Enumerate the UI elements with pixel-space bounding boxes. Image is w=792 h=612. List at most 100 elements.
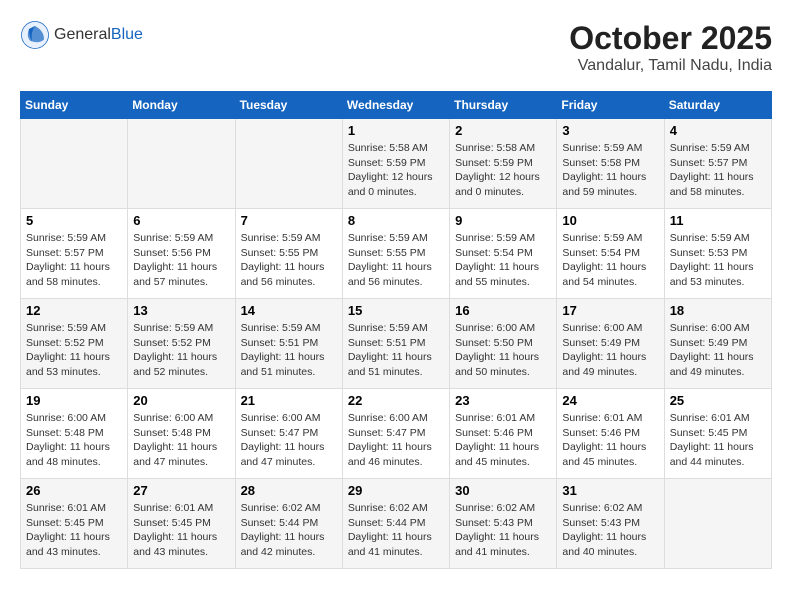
calendar-cell: 10 Sunrise: 5:59 AMSunset: 5:54 PMDaylig… xyxy=(557,209,664,299)
day-info: Sunrise: 6:00 AMSunset: 5:50 PMDaylight:… xyxy=(455,321,551,380)
day-info: Sunrise: 6:01 AMSunset: 5:45 PMDaylight:… xyxy=(26,501,122,560)
calendar-week-2: 5 Sunrise: 5:59 AMSunset: 5:57 PMDayligh… xyxy=(21,209,772,299)
calendar-cell: 6 Sunrise: 5:59 AMSunset: 5:56 PMDayligh… xyxy=(128,209,235,299)
calendar-cell: 14 Sunrise: 5:59 AMSunset: 5:51 PMDaylig… xyxy=(235,299,342,389)
title-block: October 2025 Vandalur, Tamil Nadu, India xyxy=(569,20,772,75)
calendar-cell: 9 Sunrise: 5:59 AMSunset: 5:54 PMDayligh… xyxy=(450,209,557,299)
day-number: 11 xyxy=(670,213,766,228)
calendar-cell: 17 Sunrise: 6:00 AMSunset: 5:49 PMDaylig… xyxy=(557,299,664,389)
day-number: 21 xyxy=(241,393,337,408)
logo: GeneralBlue xyxy=(20,20,143,50)
day-info: Sunrise: 5:59 AMSunset: 5:58 PMDaylight:… xyxy=(562,141,658,200)
day-number: 20 xyxy=(133,393,229,408)
day-number: 2 xyxy=(455,123,551,138)
day-number: 19 xyxy=(26,393,122,408)
day-number: 6 xyxy=(133,213,229,228)
calendar-cell: 24 Sunrise: 6:01 AMSunset: 5:46 PMDaylig… xyxy=(557,389,664,479)
location: Vandalur, Tamil Nadu, India xyxy=(569,57,772,75)
day-info: Sunrise: 5:59 AMSunset: 5:52 PMDaylight:… xyxy=(26,321,122,380)
day-number: 27 xyxy=(133,483,229,498)
calendar-cell: 16 Sunrise: 6:00 AMSunset: 5:50 PMDaylig… xyxy=(450,299,557,389)
calendar-cell xyxy=(664,479,771,569)
day-info: Sunrise: 6:00 AMSunset: 5:49 PMDaylight:… xyxy=(670,321,766,380)
month-title: October 2025 xyxy=(569,20,772,57)
weekday-monday: Monday xyxy=(128,92,235,119)
day-info: Sunrise: 5:59 AMSunset: 5:57 PMDaylight:… xyxy=(670,141,766,200)
day-number: 5 xyxy=(26,213,122,228)
page-header: GeneralBlue October 2025 Vandalur, Tamil… xyxy=(20,20,772,75)
day-info: Sunrise: 5:59 AMSunset: 5:57 PMDaylight:… xyxy=(26,231,122,290)
calendar-week-5: 26 Sunrise: 6:01 AMSunset: 5:45 PMDaylig… xyxy=(21,479,772,569)
day-number: 9 xyxy=(455,213,551,228)
calendar-cell: 19 Sunrise: 6:00 AMSunset: 5:48 PMDaylig… xyxy=(21,389,128,479)
day-info: Sunrise: 6:00 AMSunset: 5:48 PMDaylight:… xyxy=(133,411,229,470)
day-info: Sunrise: 6:02 AMSunset: 5:43 PMDaylight:… xyxy=(455,501,551,560)
logo-text: GeneralBlue xyxy=(54,26,143,44)
calendar-cell: 25 Sunrise: 6:01 AMSunset: 5:45 PMDaylig… xyxy=(664,389,771,479)
calendar-cell: 8 Sunrise: 5:59 AMSunset: 5:55 PMDayligh… xyxy=(342,209,449,299)
day-number: 16 xyxy=(455,303,551,318)
calendar-cell: 18 Sunrise: 6:00 AMSunset: 5:49 PMDaylig… xyxy=(664,299,771,389)
calendar-cell: 22 Sunrise: 6:00 AMSunset: 5:47 PMDaylig… xyxy=(342,389,449,479)
calendar-cell xyxy=(128,119,235,209)
day-number: 12 xyxy=(26,303,122,318)
calendar-cell: 4 Sunrise: 5:59 AMSunset: 5:57 PMDayligh… xyxy=(664,119,771,209)
day-info: Sunrise: 5:59 AMSunset: 5:55 PMDaylight:… xyxy=(348,231,444,290)
day-number: 28 xyxy=(241,483,337,498)
day-info: Sunrise: 5:58 AMSunset: 5:59 PMDaylight:… xyxy=(455,141,551,200)
day-info: Sunrise: 6:01 AMSunset: 5:46 PMDaylight:… xyxy=(455,411,551,470)
day-number: 8 xyxy=(348,213,444,228)
calendar-cell: 21 Sunrise: 6:00 AMSunset: 5:47 PMDaylig… xyxy=(235,389,342,479)
calendar-cell: 31 Sunrise: 6:02 AMSunset: 5:43 PMDaylig… xyxy=(557,479,664,569)
weekday-sunday: Sunday xyxy=(21,92,128,119)
day-info: Sunrise: 5:59 AMSunset: 5:52 PMDaylight:… xyxy=(133,321,229,380)
day-info: Sunrise: 6:00 AMSunset: 5:47 PMDaylight:… xyxy=(348,411,444,470)
weekday-row: Sunday Monday Tuesday Wednesday Thursday… xyxy=(21,92,772,119)
day-info: Sunrise: 5:59 AMSunset: 5:55 PMDaylight:… xyxy=(241,231,337,290)
calendar-week-3: 12 Sunrise: 5:59 AMSunset: 5:52 PMDaylig… xyxy=(21,299,772,389)
day-number: 30 xyxy=(455,483,551,498)
calendar-week-1: 1 Sunrise: 5:58 AMSunset: 5:59 PMDayligh… xyxy=(21,119,772,209)
day-number: 18 xyxy=(670,303,766,318)
calendar-cell: 26 Sunrise: 6:01 AMSunset: 5:45 PMDaylig… xyxy=(21,479,128,569)
calendar-cell: 5 Sunrise: 5:59 AMSunset: 5:57 PMDayligh… xyxy=(21,209,128,299)
day-info: Sunrise: 6:00 AMSunset: 5:47 PMDaylight:… xyxy=(241,411,337,470)
day-info: Sunrise: 5:59 AMSunset: 5:54 PMDaylight:… xyxy=(562,231,658,290)
day-info: Sunrise: 5:59 AMSunset: 5:51 PMDaylight:… xyxy=(348,321,444,380)
day-info: Sunrise: 5:58 AMSunset: 5:59 PMDaylight:… xyxy=(348,141,444,200)
day-info: Sunrise: 5:59 AMSunset: 5:51 PMDaylight:… xyxy=(241,321,337,380)
day-info: Sunrise: 5:59 AMSunset: 5:56 PMDaylight:… xyxy=(133,231,229,290)
weekday-thursday: Thursday xyxy=(450,92,557,119)
day-info: Sunrise: 6:01 AMSunset: 5:46 PMDaylight:… xyxy=(562,411,658,470)
calendar-cell: 1 Sunrise: 5:58 AMSunset: 5:59 PMDayligh… xyxy=(342,119,449,209)
day-number: 23 xyxy=(455,393,551,408)
day-info: Sunrise: 6:02 AMSunset: 5:44 PMDaylight:… xyxy=(348,501,444,560)
calendar-cell: 20 Sunrise: 6:00 AMSunset: 5:48 PMDaylig… xyxy=(128,389,235,479)
calendar-cell: 28 Sunrise: 6:02 AMSunset: 5:44 PMDaylig… xyxy=(235,479,342,569)
calendar-cell: 27 Sunrise: 6:01 AMSunset: 5:45 PMDaylig… xyxy=(128,479,235,569)
day-info: Sunrise: 5:59 AMSunset: 5:54 PMDaylight:… xyxy=(455,231,551,290)
weekday-tuesday: Tuesday xyxy=(235,92,342,119)
weekday-friday: Friday xyxy=(557,92,664,119)
calendar-table: Sunday Monday Tuesday Wednesday Thursday… xyxy=(20,91,772,569)
weekday-saturday: Saturday xyxy=(664,92,771,119)
calendar-cell: 23 Sunrise: 6:01 AMSunset: 5:46 PMDaylig… xyxy=(450,389,557,479)
calendar-cell: 13 Sunrise: 5:59 AMSunset: 5:52 PMDaylig… xyxy=(128,299,235,389)
day-number: 13 xyxy=(133,303,229,318)
day-info: Sunrise: 6:00 AMSunset: 5:48 PMDaylight:… xyxy=(26,411,122,470)
calendar-cell: 15 Sunrise: 5:59 AMSunset: 5:51 PMDaylig… xyxy=(342,299,449,389)
calendar-cell: 12 Sunrise: 5:59 AMSunset: 5:52 PMDaylig… xyxy=(21,299,128,389)
day-number: 24 xyxy=(562,393,658,408)
day-number: 26 xyxy=(26,483,122,498)
day-info: Sunrise: 6:02 AMSunset: 5:44 PMDaylight:… xyxy=(241,501,337,560)
calendar-cell: 2 Sunrise: 5:58 AMSunset: 5:59 PMDayligh… xyxy=(450,119,557,209)
day-info: Sunrise: 6:00 AMSunset: 5:49 PMDaylight:… xyxy=(562,321,658,380)
day-number: 10 xyxy=(562,213,658,228)
calendar-cell: 11 Sunrise: 5:59 AMSunset: 5:53 PMDaylig… xyxy=(664,209,771,299)
day-number: 4 xyxy=(670,123,766,138)
calendar-body: 1 Sunrise: 5:58 AMSunset: 5:59 PMDayligh… xyxy=(21,119,772,569)
day-info: Sunrise: 6:01 AMSunset: 5:45 PMDaylight:… xyxy=(133,501,229,560)
day-number: 7 xyxy=(241,213,337,228)
day-number: 25 xyxy=(670,393,766,408)
day-info: Sunrise: 5:59 AMSunset: 5:53 PMDaylight:… xyxy=(670,231,766,290)
